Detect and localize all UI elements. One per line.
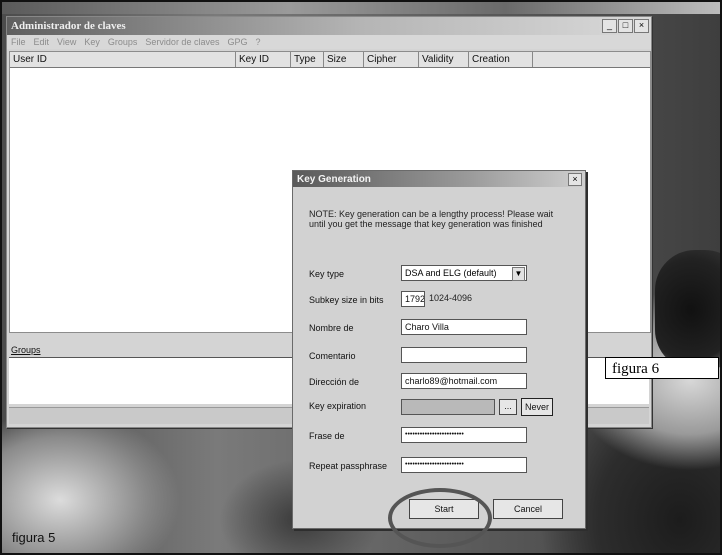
- column-user-id[interactable]: User ID: [10, 52, 236, 67]
- key-type-label: Key type: [309, 269, 345, 279]
- close-button[interactable]: ×: [634, 19, 649, 33]
- key-type-select[interactable]: DSA and ELG (default) ▼: [401, 265, 527, 281]
- chevron-down-icon[interactable]: ▼: [512, 267, 525, 281]
- menu-keyserver[interactable]: Servidor de claves: [145, 37, 219, 47]
- menu-groups[interactable]: Groups: [108, 37, 138, 47]
- menu-gpg[interactable]: GPG: [227, 37, 247, 47]
- column-size[interactable]: Size: [324, 52, 364, 67]
- dialog-note: NOTE: Key generation can be a lengthy pr…: [309, 209, 554, 229]
- dialog-close-button[interactable]: ×: [568, 172, 582, 186]
- photo-top-strip: [0, 0, 722, 14]
- dialog-title: Key Generation: [297, 173, 371, 185]
- menu-view[interactable]: View: [57, 37, 76, 47]
- main-titlebar: Administrador de claves _ □ ×: [7, 17, 651, 35]
- key-list-header: User ID Key ID Type Size Cipher Validity…: [10, 52, 650, 68]
- key-expiration-input[interactable]: [401, 399, 495, 415]
- repeat-passphrase-input[interactable]: ••••••••••••••••••••••••: [401, 457, 527, 473]
- passphrase-label: Frase de: [309, 431, 345, 441]
- key-generation-dialog: Key Generation × NOTE: Key generation ca…: [292, 170, 586, 529]
- column-key-id[interactable]: Key ID: [236, 52, 291, 67]
- passphrase-input[interactable]: ••••••••••••••••••••••••: [401, 427, 527, 443]
- figure-5-caption: figura 5: [12, 530, 56, 545]
- minimize-button[interactable]: _: [602, 19, 617, 33]
- email-input[interactable]: charlo89@hotmail.com: [401, 373, 527, 389]
- window-controls: _ □ ×: [602, 19, 651, 33]
- subkey-size-label: Subkey size in bits: [309, 295, 384, 305]
- main-window-title: Administrador de claves: [11, 20, 126, 32]
- subkey-size-input[interactable]: 1792: [401, 291, 425, 307]
- photo-dark-figure: [655, 250, 722, 370]
- name-label: Nombre de: [309, 323, 354, 333]
- email-label: Dirección de: [309, 377, 360, 387]
- groups-label: Groups: [11, 345, 41, 355]
- column-cipher[interactable]: Cipher: [364, 52, 419, 67]
- column-validity[interactable]: Validity: [419, 52, 469, 67]
- menu-bar: File Edit View Key Groups Servidor de cl…: [7, 35, 651, 49]
- column-type[interactable]: Type: [291, 52, 324, 67]
- key-expiration-label: Key expiration: [309, 401, 367, 411]
- maximize-button[interactable]: □: [618, 19, 633, 33]
- figure-6-caption: figura 6: [605, 357, 719, 379]
- subkey-size-range: 1024-4096: [429, 293, 473, 303]
- dialog-titlebar: Key Generation ×: [293, 171, 585, 187]
- repeat-passphrase-label: Repeat passphrase: [309, 461, 388, 471]
- menu-key[interactable]: Key: [84, 37, 100, 47]
- column-creation[interactable]: Creation: [469, 52, 533, 67]
- name-input[interactable]: Charo Villa: [401, 319, 527, 335]
- menu-edit[interactable]: Edit: [34, 37, 50, 47]
- expiration-date-button[interactable]: ...: [499, 399, 517, 415]
- highlight-circle: [388, 488, 492, 548]
- key-type-value: DSA and ELG (default): [405, 268, 497, 278]
- cancel-button[interactable]: Cancel: [493, 499, 563, 519]
- comment-label: Comentario: [309, 351, 356, 361]
- never-checkbox[interactable]: Never: [521, 398, 553, 416]
- comment-input[interactable]: [401, 347, 527, 363]
- menu-help[interactable]: ?: [255, 37, 260, 47]
- menu-file[interactable]: File: [11, 37, 26, 47]
